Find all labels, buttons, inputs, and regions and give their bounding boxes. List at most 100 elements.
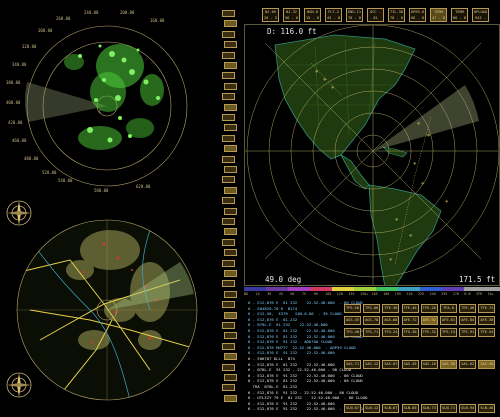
side-toggle-button[interactable] [224,270,237,277]
grid-button[interactable]: AFE-72 [401,316,419,325]
header-button[interactable]: OCC - 8178 - 8 [367,8,384,22]
grid-button[interactable]: AGS-80 [382,316,400,325]
color-scale-label: 180 [383,292,390,296]
grid-button[interactable]: TFE-26 [420,304,438,313]
grid-button[interactable]: SLN-07 [344,404,361,413]
header-button[interactable]: TERM 66 - 8 [451,8,468,22]
grid-button[interactable]: SAS-98 [440,360,457,369]
grid-button[interactable]: SAS-12 [363,360,381,369]
svg-text:✈: ✈ [389,256,393,263]
side-toggle-button[interactable] [224,124,237,132]
side-toggle-button[interactable] [224,62,237,69]
grid-button[interactable]: AFE-84 [459,316,477,325]
grid-button[interactable]: TFG-48 [344,328,361,337]
side-toggle-button[interactable] [222,10,235,17]
grid-button[interactable]: TFG-71 [363,328,381,337]
side-toggle-button[interactable] [224,166,237,173]
grid-button[interactable]: TFE-32 [420,328,438,337]
svg-text:400.00: 400.00 [6,100,21,105]
side-toggle-button[interactable] [224,353,237,361]
side-toggle-button[interactable] [224,228,237,236]
side-toggle-button[interactable] [222,155,235,163]
side-toggle-button[interactable] [222,30,235,38]
compass-rose-icon [6,200,32,226]
side-toggle-button[interactable] [222,342,235,350]
side-toggle-button[interactable] [224,145,237,153]
side-toggle-button[interactable] [224,394,237,402]
side-toggle-button[interactable] [222,197,235,205]
weather-radar-scope[interactable]: 320.00 340.00 380.00 400.00 420.00 460.00 48… [0,0,215,200]
side-toggle-button[interactable] [222,322,235,329]
side-toggle-button[interactable] [224,41,237,49]
header-button[interactable]: TIL-38 78 - 8 [388,8,405,22]
grid-button[interactable]: SLN-67 [382,404,400,413]
grid-button[interactable]: TFG-24 [382,328,400,337]
grid-button[interactable]: SLN-12 [363,404,381,413]
header-button[interactable]: UPLOAD943 - 8 [472,8,489,22]
color-scale-label: 210 [406,292,413,296]
grid-button[interactable]: SAS-71 [344,360,361,369]
side-toggle-button[interactable] [222,93,235,101]
grid-button[interactable]: SAS-07 [382,360,400,369]
side-toggle-button[interactable] [224,186,237,194]
grid-button[interactable]: TFE-36 [382,304,400,313]
side-toggle-button[interactable] [222,218,235,225]
side-toggle-button[interactable] [222,238,235,246]
header-button[interactable]: NJ-32 56 - 6 [283,8,300,22]
grid-button[interactable]: SAS-45 [401,360,419,369]
grid-button[interactable]: SAS-62 [459,360,477,369]
side-toggle-button[interactable] [222,134,235,142]
side-toggle-button[interactable] [222,259,235,267]
grid-button[interactable]: TFE-46 [459,304,477,313]
side-toggle-button[interactable] [224,82,237,90]
header-button[interactable]: TERM 47 - 8 [430,8,447,22]
side-toggle-button[interactable] [222,114,235,121]
side-toggle-button[interactable] [224,332,237,340]
grid-button[interactable]: TFG-36 [401,328,419,337]
header-button[interactable]: BGN-8 15 - 8 [304,8,321,22]
grid-button[interactable]: TFG-06 [363,304,381,313]
americas-map-panel[interactable]: ✈ ✈ ✈ ✈ ✈ ✈ ✈ ✈ ✈ ✈ ✈ D: 116.0 ft 49.0 deg 17… [244,24,500,286]
side-toggle-button[interactable] [224,249,237,257]
header-button[interactable]: ENG-11 78 - 8 [346,8,363,22]
grid-button[interactable]: SAS-16 [420,360,438,369]
grid-button[interactable]: SLN-71 [440,404,457,413]
side-toggle-button[interactable] [222,301,235,309]
grid-button[interactable]: AFE-61 [440,316,457,325]
grid-button[interactable]: AGS-45 [344,316,361,325]
grid-button[interactable]: TFE-54 [478,328,496,337]
grid-button[interactable]: SLN-85 [401,404,419,413]
side-toggle-button[interactable] [222,176,235,184]
grid-button[interactable]: AFE-36 [478,316,496,325]
header-button-bottom-label: 47 - 8 [432,16,445,20]
grid-button[interactable]: SLN-46 [478,404,496,413]
color-scale-label: 120 [336,292,343,296]
header-button[interactable]: FLT-2 45 - 8 [325,8,342,22]
grid-button[interactable]: TFE-91 [459,328,477,337]
header-button-bottom-label: 56 - 6 [285,16,298,20]
header-button[interactable]: OPER-8 68 - 8 [409,8,426,22]
grid-button[interactable]: SLN-94 [459,404,477,413]
side-toggle-button[interactable] [224,374,237,381]
side-toggle-button[interactable] [222,280,235,288]
side-toggle-button[interactable] [224,207,237,215]
side-toggle-button[interactable] [222,51,235,59]
grid-button[interactable]: TFE-56 [344,304,361,313]
side-toggle-button[interactable] [224,20,237,28]
grid-button[interactable]: SAS-58 [478,360,496,369]
grid-button[interactable]: TFE-15 [440,328,457,337]
grid-button[interactable]: AFE-92 [420,316,438,325]
header-button[interactable]: NJ-69 20 - 5 [262,8,279,22]
grid-button[interactable]: AGS-78 [363,316,381,325]
side-toggle-button[interactable] [222,363,235,371]
side-toggle-button[interactable] [224,311,237,319]
grid-button[interactable]: TFE-45 [401,304,419,313]
side-toggle-button[interactable] [224,290,237,298]
grid-button[interactable]: TFA-8 [440,304,457,313]
grid-button[interactable]: SLN-73 [420,404,438,413]
side-toggle-button[interactable] [222,72,235,80]
color-scale-label: 225 [418,292,425,296]
grid-button[interactable]: TFE-72 [478,304,496,313]
side-toggle-button[interactable] [222,384,235,392]
side-toggle-button[interactable] [224,103,237,111]
